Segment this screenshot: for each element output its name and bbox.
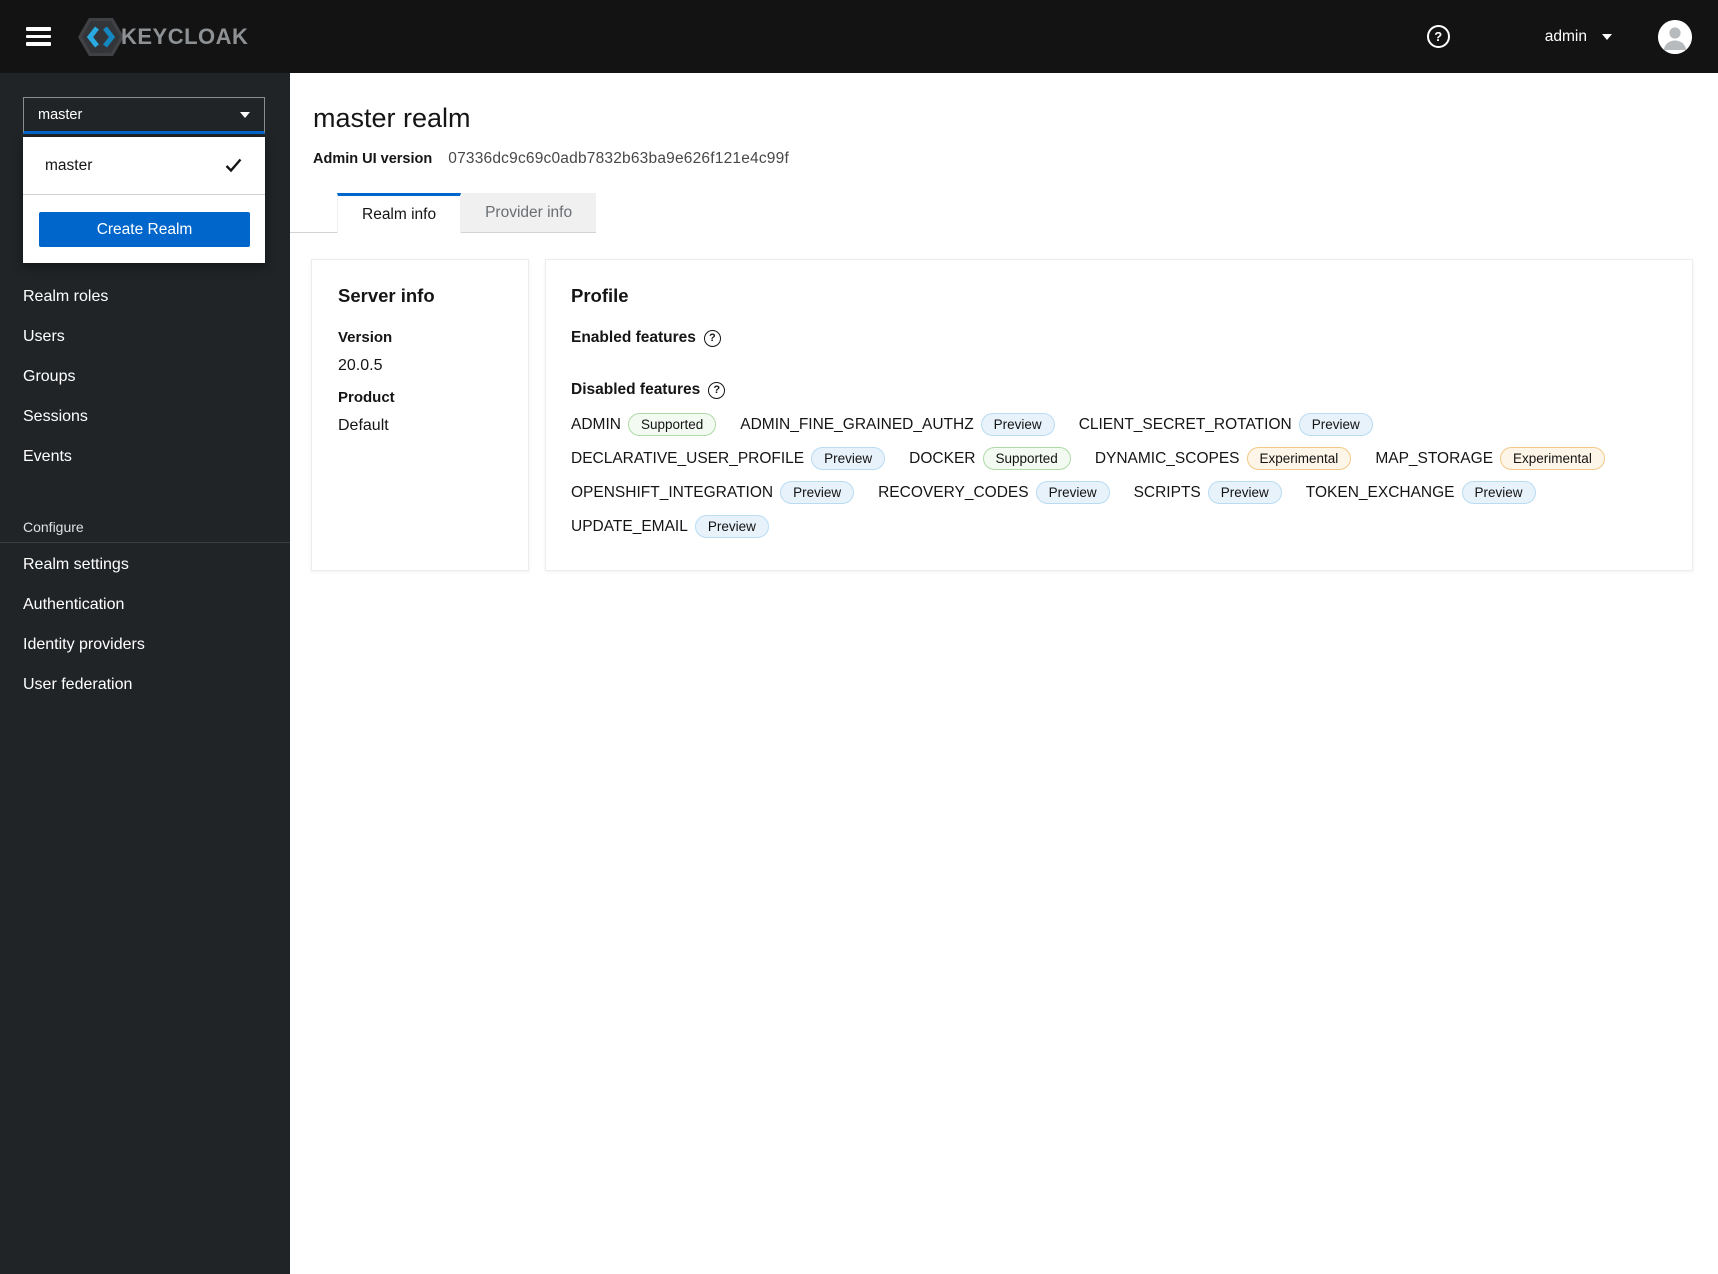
- server-info-title: Server info: [338, 285, 435, 306]
- feature-item: DYNAMIC_SCOPES Experimental: [1095, 447, 1352, 470]
- feature-name: DECLARATIVE_USER_PROFILE: [571, 449, 805, 467]
- page-header: master realm Admin UI version 07336dc9c6…: [290, 73, 1718, 168]
- feature-item: DOCKER Supported: [909, 447, 1071, 470]
- feature-item: ADMIN Supported: [571, 413, 717, 436]
- enabled-features-label: Enabled features ?: [571, 329, 1667, 347]
- feature-item: MAP_STORAGE Experimental: [1375, 447, 1605, 470]
- server-info-list: Version 20.0.5 Product Default: [338, 329, 502, 435]
- user-menu[interactable]: admin: [1545, 28, 1612, 46]
- check-icon: [225, 158, 242, 173]
- profile-card: Profile Enabled features ? Disabled feat…: [545, 259, 1693, 571]
- sidebar: master master Create Realm Realm roles U…: [0, 73, 290, 1274]
- sidebar-item-users[interactable]: Users: [0, 317, 290, 357]
- main-content: master realm Admin UI version 07336dc9c6…: [290, 73, 1718, 1274]
- create-realm-button[interactable]: Create Realm: [39, 212, 250, 247]
- realm-option-master[interactable]: master: [23, 137, 265, 195]
- page-title: master realm: [313, 103, 471, 133]
- sidebar-item-identity-providers[interactable]: Identity providers: [0, 625, 290, 665]
- feature-name: ADMIN: [571, 415, 621, 433]
- feature-item: ADMIN_FINE_GRAINED_AUTHZ Preview: [740, 413, 1055, 436]
- admin-ui-version-label: Admin UI version: [313, 151, 433, 167]
- feature-badge: Preview: [1298, 413, 1373, 436]
- feature-item: UPDATE_EMAIL Preview: [571, 515, 769, 538]
- feature-badge: Preview: [780, 481, 855, 504]
- server-info-field-label: Version: [338, 329, 393, 346]
- tab-realm-info[interactable]: Realm info: [337, 193, 462, 233]
- feature-name: OPENSHIFT_INTEGRATION: [571, 483, 774, 501]
- feature-badge: Preview: [980, 413, 1055, 436]
- feature-name: MAP_STORAGE: [1375, 449, 1494, 467]
- realm-selector[interactable]: master: [23, 97, 265, 134]
- feature-badge: Preview: [1035, 481, 1110, 504]
- feature-item: SCRIPTS Preview: [1134, 481, 1282, 504]
- server-info-field-value: 20.0.5: [338, 357, 383, 374]
- server-info-field-label: Product: [338, 389, 395, 406]
- feature-item: OPENSHIFT_INTEGRATION Preview: [571, 481, 855, 504]
- content-section: Server info Version 20.0.5 Product Defau…: [290, 233, 1718, 571]
- feature-item: RECOVERY_CODES Preview: [878, 481, 1110, 504]
- sidebar-item-realm-roles[interactable]: Realm roles: [0, 277, 290, 317]
- feature-badge: Preview: [1207, 481, 1282, 504]
- feature-name: SCRIPTS: [1133, 483, 1201, 501]
- sidebar-item-sessions[interactable]: Sessions: [0, 397, 290, 437]
- feature-badge: Preview: [1461, 481, 1536, 504]
- chevron-down-icon: [240, 111, 250, 118]
- tab-provider-info[interactable]: Provider info: [461, 193, 597, 233]
- sidebar-item-groups[interactable]: Groups: [0, 357, 290, 397]
- topbar-actions: ? admin: [1426, 19, 1692, 54]
- chevron-down-icon: [1602, 33, 1612, 40]
- disabled-features-help-icon[interactable]: ?: [708, 381, 726, 399]
- sidebar-item-authentication[interactable]: Authentication: [0, 585, 290, 625]
- feature-name: TOKEN_EXCHANGE: [1305, 483, 1455, 501]
- feature-badge: Experimental: [1500, 447, 1605, 470]
- realm-dropdown-panel: master Create Realm: [23, 137, 265, 263]
- tab-bar-spacer: [290, 193, 337, 233]
- feature-name: CLIENT_SECRET_ROTATION: [1078, 415, 1292, 433]
- sidebar-nav: Realm roles Users Groups Sessions Events: [0, 277, 290, 477]
- sidebar-configure-section: Configure Realm settings Authentication …: [0, 511, 290, 705]
- feature-name: UPDATE_EMAIL: [571, 517, 688, 535]
- user-menu-label: admin: [1544, 27, 1587, 45]
- tab-bar: Realm info Provider info: [290, 193, 1718, 233]
- keycloak-hexagon-icon: [78, 17, 124, 56]
- disabled-features-list: ADMIN Supported ADMIN_FINE_GRAINED_AUTHZ…: [571, 413, 1667, 538]
- feature-badge: Preview: [694, 515, 769, 538]
- sidebar-item-realm-settings[interactable]: Realm settings: [0, 545, 290, 585]
- realm-option-label: master: [45, 156, 93, 174]
- feature-badge: Supported: [982, 447, 1071, 470]
- help-icon[interactable]: ?: [1426, 25, 1450, 48]
- hamburger-menu-icon[interactable]: [26, 27, 51, 46]
- feature-item: DECLARATIVE_USER_PROFILE Preview: [571, 447, 886, 470]
- sidebar-item-user-federation[interactable]: User federation: [0, 665, 290, 705]
- realm-selector-value: master: [38, 106, 83, 123]
- configure-section-title: Configure: [0, 511, 290, 543]
- feature-item: TOKEN_EXCHANGE Preview: [1306, 481, 1536, 504]
- person-icon: [1658, 19, 1692, 54]
- keycloak-logo: KEYCLOAK: [77, 16, 248, 58]
- feature-name: ADMIN_FINE_GRAINED_AUTHZ: [740, 415, 974, 433]
- profile-title: Profile: [571, 285, 629, 306]
- brand-text: KEYCLOAK: [121, 23, 249, 49]
- feature-badge: Preview: [811, 447, 886, 470]
- admin-ui-version-row: Admin UI version 07336dc9c69c0adb7832b63…: [313, 150, 1694, 168]
- server-info-card: Server info Version 20.0.5 Product Defau…: [311, 259, 529, 571]
- feature-badge: Supported: [627, 413, 717, 436]
- feature-item: CLIENT_SECRET_ROTATION Preview: [1079, 413, 1373, 436]
- admin-ui-version-value: 07336dc9c69c0adb7832b63ba9e626f121e4c99f: [448, 150, 789, 167]
- avatar[interactable]: [1658, 19, 1692, 54]
- feature-name: DYNAMIC_SCOPES: [1094, 449, 1240, 467]
- feature-name: RECOVERY_CODES: [878, 483, 1029, 501]
- enabled-features-help-icon[interactable]: ?: [703, 329, 721, 347]
- sidebar-item-events[interactable]: Events: [0, 437, 290, 477]
- feature-badge: Experimental: [1246, 447, 1352, 470]
- feature-name: DOCKER: [909, 449, 976, 467]
- disabled-features-label: Disabled features ?: [571, 381, 1667, 399]
- server-info-field-value: Default: [338, 417, 389, 434]
- topbar: KEYCLOAK ? admin: [0, 0, 1718, 73]
